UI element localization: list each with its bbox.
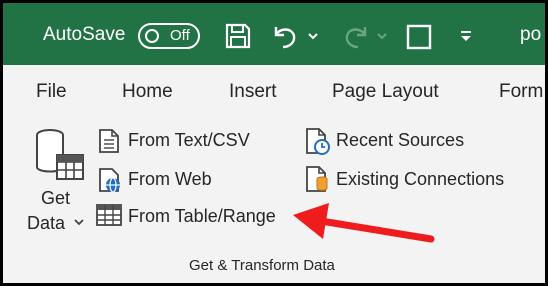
annotation-arrow-icon xyxy=(293,203,435,243)
excel-window: AutoSave Off po File Home Insert Page La… xyxy=(3,3,545,283)
screenshot-frame: AutoSave Off po File Home Insert Page La… xyxy=(0,0,548,286)
